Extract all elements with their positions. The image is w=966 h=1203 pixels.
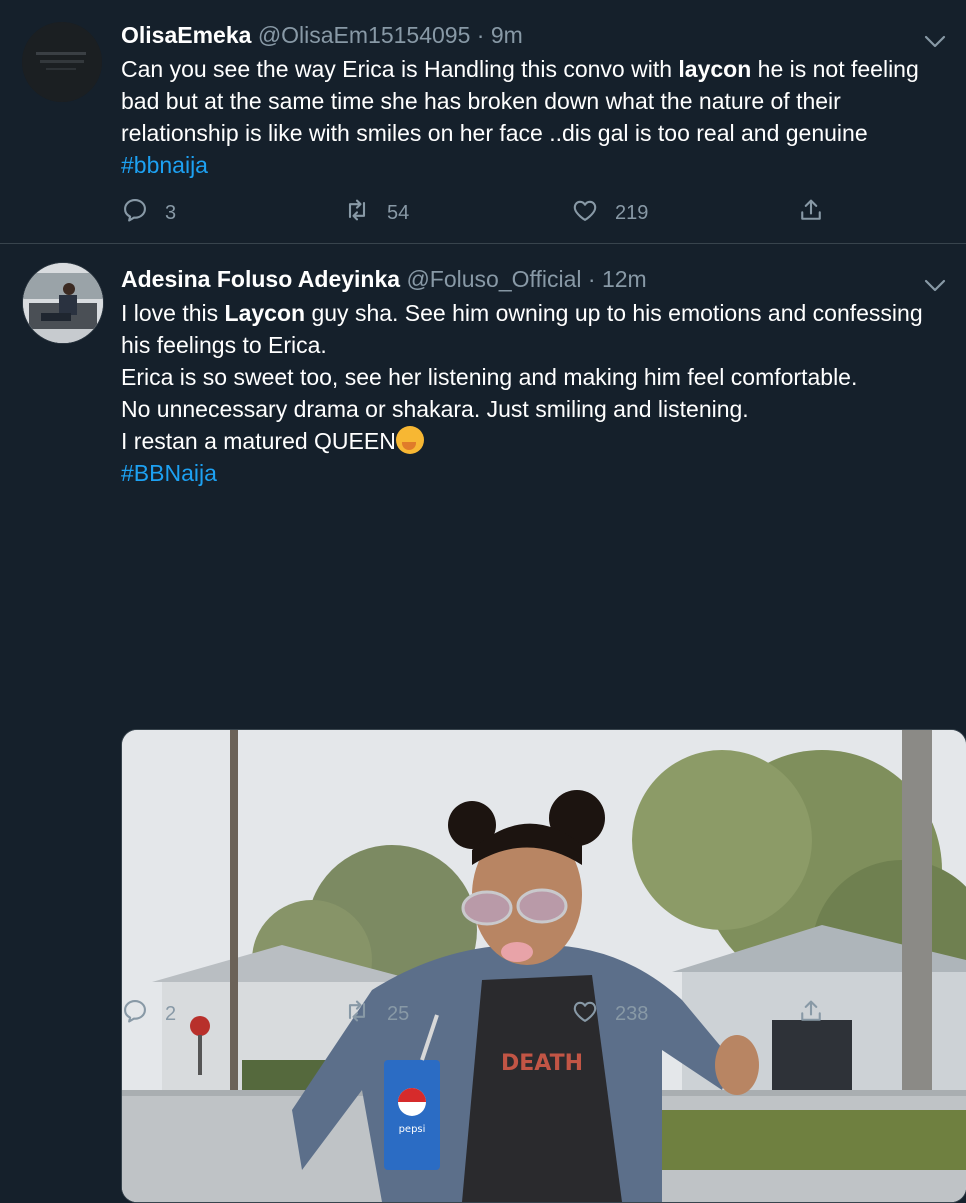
tweet-text: Can you see the way Erica is Handling th… — [121, 56, 919, 178]
retweet-count: 25 — [387, 1002, 410, 1025]
separator: · — [476, 22, 485, 48]
tweet-header: OlisaEmeka @OlisaEm15154095 · 9m — [121, 20, 946, 50]
reply-count: 2 — [165, 1002, 177, 1025]
chevron-down-icon[interactable] — [924, 26, 946, 56]
retweet-icon — [343, 997, 387, 1031]
tweet-actions: 2 25 238 — [121, 997, 846, 1027]
reply-count: 3 — [165, 201, 177, 224]
heart-icon — [571, 196, 615, 230]
avatar[interactable] — [22, 262, 104, 344]
separator: · — [587, 266, 596, 292]
like-button[interactable]: 219 — [571, 196, 648, 230]
timestamp[interactable]: 9m — [491, 22, 523, 48]
tweet-1[interactable]: OlisaEmeka @OlisaEm15154095 · 9m Can you… — [0, 0, 966, 244]
reply-button[interactable]: 3 — [121, 196, 176, 230]
share-button[interactable] — [797, 997, 841, 1031]
tweet-content: Adesina Foluso Adeyinka @Foluso_Official… — [121, 264, 946, 489]
tweet-header: Adesina Foluso Adeyinka @Foluso_Official… — [121, 264, 946, 294]
shirt-text: DEATH — [501, 1051, 583, 1076]
text-line: I love this Laycon guy sha. See him owni… — [121, 300, 923, 358]
reply-icon — [121, 997, 165, 1031]
user-handle[interactable]: @OlisaEm15154095 — [258, 22, 471, 48]
retweet-button[interactable]: 54 — [343, 196, 409, 230]
share-icon — [797, 196, 841, 230]
hashtag-link[interactable]: #BBNaija — [121, 457, 946, 489]
reply-icon — [121, 196, 165, 230]
like-button[interactable]: 238 — [571, 997, 648, 1031]
tweet-actions: 3 54 219 — [121, 196, 846, 226]
face-with-hand-over-mouth-icon — [395, 426, 424, 454]
timestamp[interactable]: 12m — [602, 266, 647, 292]
user-handle[interactable]: @Foluso_Official — [406, 266, 581, 292]
display-name[interactable]: OlisaEmeka — [121, 22, 251, 48]
cup-logo-text: pepsi — [399, 1124, 426, 1135]
display-name[interactable]: Adesina Foluso Adeyinka — [121, 266, 400, 292]
hashtag-link[interactable]: #bbnaija — [121, 152, 208, 178]
share-button[interactable] — [797, 196, 841, 230]
retweet-count: 54 — [387, 201, 410, 224]
retweet-icon — [343, 196, 387, 230]
reply-button[interactable]: 2 — [121, 997, 176, 1031]
tweet-text: I love this Laycon guy sha. See him owni… — [121, 297, 946, 489]
tweet-content: OlisaEmeka @OlisaEm15154095 · 9m Can you… — [121, 20, 946, 181]
like-count: 238 — [615, 1002, 649, 1025]
tweet-2[interactable]: Adesina Foluso Adeyinka @Foluso_Official… — [0, 244, 966, 1203]
retweet-button[interactable]: 25 — [343, 997, 409, 1031]
text-line: No unnecessary drama or shakara. Just sm… — [121, 396, 749, 422]
chevron-down-icon[interactable] — [924, 270, 946, 300]
text-line: I restan a matured QUEEN — [121, 425, 946, 457]
heart-icon — [571, 997, 615, 1031]
tweet-photo[interactable]: DEATH pepsi — [121, 729, 966, 1203]
text-line: Erica is so sweet too, see her listening… — [121, 364, 858, 390]
like-count: 219 — [615, 201, 649, 224]
share-icon — [797, 997, 841, 1031]
avatar[interactable] — [22, 22, 102, 102]
